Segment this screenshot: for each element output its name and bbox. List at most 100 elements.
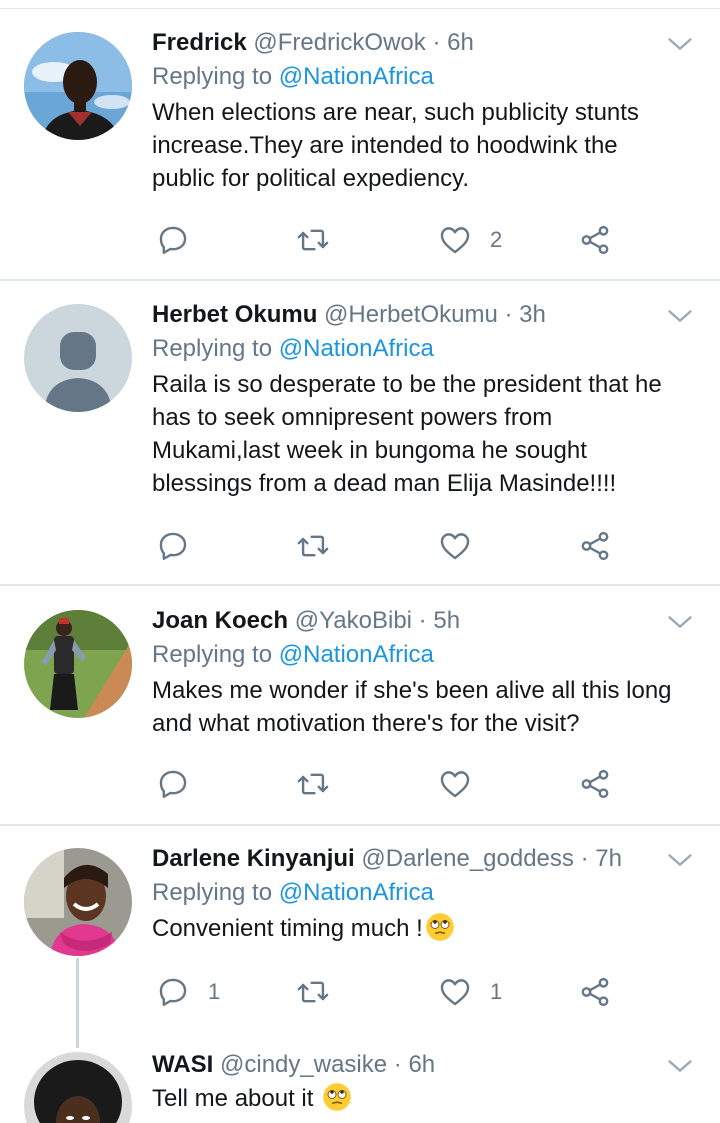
tweet-text-body: Tell me about it bbox=[152, 1085, 321, 1112]
tweet-header: Fredrick @FredrickOwok · 6h bbox=[152, 28, 672, 58]
mention-link[interactable]: @NationAfrica bbox=[279, 63, 434, 90]
avatar[interactable] bbox=[24, 32, 132, 140]
replying-prefix: Replying to bbox=[152, 641, 279, 668]
tweet-joan[interactable]: Joan Koech @YakoBibi · 5h Replying to @N… bbox=[0, 586, 720, 826]
like-count: 1 bbox=[490, 979, 503, 1004]
heart-icon bbox=[440, 227, 470, 254]
tweet-header: WASI @cindy_wasike · 6h bbox=[152, 1050, 672, 1080]
heart-icon bbox=[440, 533, 470, 560]
retweet-icon bbox=[297, 229, 329, 251]
mention-link[interactable]: @NationAfrica bbox=[279, 641, 434, 668]
thread-connector bbox=[76, 958, 79, 1048]
separator-dot: · bbox=[425, 29, 448, 56]
replying-prefix: Replying to bbox=[152, 879, 279, 906]
action-bar bbox=[152, 526, 632, 566]
share-button[interactable] bbox=[578, 526, 612, 566]
share-button[interactable] bbox=[578, 220, 612, 260]
reply-icon bbox=[159, 532, 187, 560]
share-button[interactable] bbox=[578, 764, 612, 804]
display-name[interactable]: Fredrick bbox=[152, 29, 247, 56]
display-name[interactable]: WASI bbox=[152, 1051, 213, 1078]
retweet-button[interactable] bbox=[296, 764, 348, 804]
timestamp[interactable]: 6h bbox=[447, 29, 474, 56]
timestamp[interactable]: 7h bbox=[595, 845, 622, 872]
like-count: 2 bbox=[490, 227, 503, 252]
share-button[interactable] bbox=[578, 972, 612, 1012]
replying-to: Replying to @NationAfrica bbox=[152, 638, 672, 672]
handle[interactable]: @cindy_wasike bbox=[220, 1051, 387, 1078]
chevron-down-icon[interactable] bbox=[666, 30, 694, 58]
tweet-header: Joan Koech @YakoBibi · 5h bbox=[152, 606, 672, 636]
reply-button[interactable] bbox=[156, 764, 208, 804]
action-bar: 1 1 bbox=[152, 972, 632, 1012]
separator-dot: · bbox=[497, 301, 520, 328]
mention-link[interactable]: @NationAfrica bbox=[279, 879, 434, 906]
display-name[interactable]: Darlene Kinyanjui bbox=[152, 845, 355, 872]
tweet-header: Herbet Okumu @HerbetOkumu · 3h bbox=[152, 300, 672, 330]
tweet-text: Tell me about it bbox=[152, 1082, 672, 1115]
mention-link[interactable]: @NationAfrica bbox=[279, 335, 434, 362]
reply-count: 1 bbox=[208, 979, 221, 1004]
handle[interactable]: @Darlene_goddess bbox=[361, 845, 574, 872]
tweet-header: Darlene Kinyanjui @Darlene_goddess · 7h bbox=[152, 844, 672, 874]
separator-dot: · bbox=[387, 1051, 409, 1078]
eye-roll-emoji-icon bbox=[426, 913, 454, 941]
tweet-text: When elections are near, such publicity … bbox=[152, 99, 639, 192]
eye-roll-emoji-icon bbox=[323, 1083, 351, 1111]
reply-icon bbox=[159, 978, 187, 1006]
handle[interactable]: @FredrickOwok bbox=[253, 29, 425, 56]
tweet-divider bbox=[0, 279, 720, 281]
separator-dot: · bbox=[573, 845, 596, 872]
retweet-icon bbox=[297, 535, 329, 557]
like-button[interactable]: 1 bbox=[438, 972, 502, 1012]
timestamp[interactable]: 5h bbox=[433, 607, 460, 634]
retweet-button[interactable] bbox=[296, 220, 348, 260]
tweet-text-body: Convenient timing much ! bbox=[152, 915, 423, 942]
action-bar bbox=[152, 764, 632, 804]
like-button[interactable] bbox=[438, 526, 490, 566]
avatar[interactable] bbox=[24, 848, 132, 956]
display-name[interactable]: Joan Koech bbox=[152, 607, 288, 634]
avatar[interactable] bbox=[24, 1052, 132, 1123]
share-icon bbox=[581, 769, 609, 799]
action-bar: 2 bbox=[152, 220, 632, 260]
separator-dot: · bbox=[412, 607, 434, 634]
tweet-text: Raila is so desperate to be the presiden… bbox=[152, 371, 662, 497]
share-icon bbox=[581, 977, 609, 1007]
retweet-icon bbox=[297, 981, 329, 1003]
replying-to: Replying to @NationAfrica bbox=[152, 60, 672, 94]
chevron-down-icon[interactable] bbox=[666, 302, 694, 330]
chevron-down-icon[interactable] bbox=[666, 608, 694, 636]
share-icon bbox=[581, 225, 609, 255]
avatar[interactable] bbox=[24, 304, 132, 412]
replying-prefix: Replying to bbox=[152, 63, 279, 90]
reply-button[interactable]: 1 bbox=[156, 972, 220, 1012]
reply-button[interactable] bbox=[156, 526, 208, 566]
replying-to: Replying to @NationAfrica bbox=[152, 332, 672, 366]
avatar[interactable] bbox=[24, 610, 132, 718]
handle[interactable]: @HerbetOkumu bbox=[324, 301, 498, 328]
like-button[interactable]: 2 bbox=[438, 220, 502, 260]
chevron-down-icon[interactable] bbox=[666, 846, 694, 874]
chevron-down-icon[interactable] bbox=[666, 1052, 694, 1080]
reply-icon bbox=[159, 770, 187, 798]
reply-button[interactable] bbox=[156, 220, 208, 260]
heart-icon bbox=[440, 771, 470, 798]
retweet-button[interactable] bbox=[296, 526, 348, 566]
share-icon bbox=[581, 531, 609, 561]
handle[interactable]: @YakoBibi bbox=[295, 607, 412, 634]
tweet-text: Convenient timing much ! bbox=[152, 912, 672, 945]
tweet-fredrick[interactable]: Fredrick @FredrickOwok · 6h Replying to … bbox=[0, 0, 720, 282]
tweet-text: Makes me wonder if she's been alive all … bbox=[152, 677, 672, 737]
replying-to: Replying to @NationAfrica bbox=[152, 876, 672, 910]
like-button[interactable] bbox=[438, 764, 490, 804]
timestamp[interactable]: 6h bbox=[408, 1051, 435, 1078]
tweet-herbet[interactable]: Herbet Okumu @HerbetOkumu · 3h Replying … bbox=[0, 282, 720, 586]
tweet-darlene[interactable]: Darlene Kinyanjui @Darlene_goddess · 7h … bbox=[0, 826, 720, 1048]
replying-prefix: Replying to bbox=[152, 335, 279, 362]
tweet-wasi[interactable]: WASI @cindy_wasike · 6h Tell me about it bbox=[0, 1046, 720, 1123]
display-name[interactable]: Herbet Okumu bbox=[152, 301, 317, 328]
retweet-button[interactable] bbox=[296, 972, 348, 1012]
timestamp[interactable]: 3h bbox=[519, 301, 546, 328]
retweet-icon bbox=[297, 773, 329, 795]
